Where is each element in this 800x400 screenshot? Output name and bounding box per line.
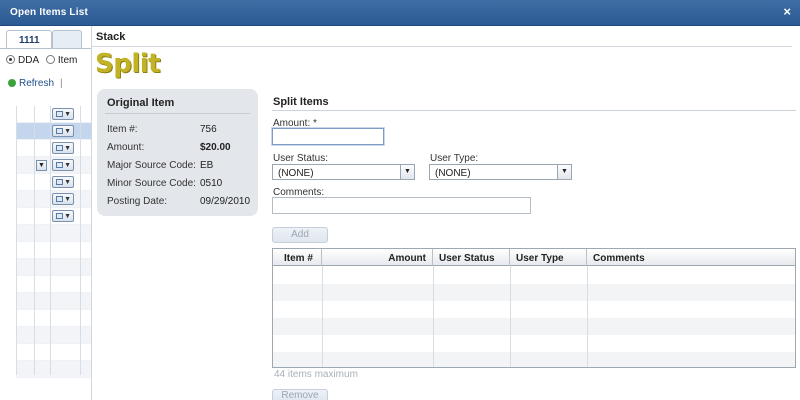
posting-date-value: 09/29/2010 [200,196,251,207]
window-titlebar: Open Items List × [0,0,800,26]
split-items-table: Item # Amount User Status User Type Comm… [272,248,796,368]
col-comments[interactable]: Comments [587,249,795,266]
edit-icon [56,128,63,134]
toolbar-separator: | [60,78,63,89]
user-status-select[interactable]: (NONE) ▼ [272,164,415,180]
chevron-down-icon: ▼ [64,128,71,135]
grid-line [510,266,511,367]
table-row [273,352,795,367]
item-number-label: Item #: [107,124,138,135]
minor-source-code-label: Minor Source Code: [107,178,196,189]
edit-icon [56,196,63,202]
edit-icon [56,145,63,151]
original-item-panel: Original Item Item #: 756 Amount: $20.00… [97,89,258,216]
chevron-down-icon: ▼ [64,111,71,118]
radio-item[interactable] [45,55,55,64]
user-status-value: (NONE) [278,168,314,179]
tab-second[interactable] [52,30,82,48]
account-type-radios: DDA Item [6,55,91,69]
edit-icon [56,111,63,117]
comments-input[interactable] [272,197,531,214]
table-row [273,301,795,318]
split-items-divider [272,110,796,111]
table-row [273,284,795,301]
user-status-label: User Status: [273,153,329,164]
window-title: Open Items List [10,7,89,18]
row-action-button[interactable]: ▼ [52,159,74,171]
stack-label: Stack [96,31,126,43]
col-user-type[interactable]: User Type [510,249,587,266]
table-row [273,267,795,284]
edit-icon [56,162,63,168]
item-number-value: 756 [200,124,217,135]
edit-icon [56,213,63,219]
original-item-divider [105,113,250,114]
row-action-button[interactable]: ▼ [52,108,74,120]
refresh-icon[interactable] [8,79,16,87]
split-logo: Split [95,49,161,79]
amount-label: Amount: [107,142,145,153]
items-maximum-hint: 44 items maximum [274,369,358,380]
user-type-select[interactable]: (NONE) ▼ [429,164,572,180]
chevron-down-icon: ▼ [64,179,71,186]
major-source-code-value: EB [200,160,214,171]
grid-line [80,106,81,375]
grid-line [433,266,434,367]
chevron-down-icon: ▼ [64,162,71,169]
user-type-value: (NONE) [435,168,471,179]
tab-1111[interactable]: 1111 [6,30,52,48]
col-item-number[interactable]: Item # [273,249,322,266]
left-panel: 1111 DDA Item Refresh | ▼ ▼ ▼ ▼ ▼ ▼ ▼ ▼ [0,26,92,400]
remove-button[interactable]: Remove [272,389,328,400]
grid-line [322,266,323,367]
grid-line [16,106,17,375]
grid-line [34,106,35,375]
row-action-button[interactable]: ▼ [52,142,74,154]
chevron-down-icon[interactable]: ▼ [400,165,414,179]
col-amount[interactable]: Amount [322,249,433,266]
left-toolbar: Refresh | [8,78,69,89]
original-item-title: Original Item [107,97,175,109]
close-icon[interactable]: × [783,4,791,19]
chevron-down-icon: ▼ [64,196,71,203]
chevron-down-icon: ▼ [64,213,71,220]
chevron-down-icon[interactable]: ▼ [557,165,571,179]
radio-dda-label: DDA [18,55,40,66]
tab-strip: 1111 [6,30,91,48]
minor-source-code-value: 0510 [200,178,223,189]
split-panel: Stack Split Original Item Item #: 756 Am… [92,26,800,400]
refresh-link[interactable]: Refresh [19,78,54,89]
posting-date-label: Posting Date: [107,196,168,207]
table-row [273,335,795,352]
major-source-code-label: Major Source Code: [107,160,196,171]
amount-input[interactable] [272,128,384,145]
row-action-button[interactable]: ▼ [52,193,74,205]
chevron-down-icon: ▼ [64,145,71,152]
table-row [273,318,795,335]
radio-item-label: Item [57,55,78,66]
col-user-status[interactable]: User Status [433,249,510,266]
amount-value: $20.00 [200,142,231,153]
tab-divider [0,48,91,49]
chevron-down-icon[interactable]: ▼ [36,160,47,171]
user-type-label: User Type: [430,153,479,164]
edit-icon [56,179,63,185]
add-button[interactable]: Add [272,227,328,243]
left-grid: ▼ ▼ ▼ ▼ ▼ ▼ ▼ ▼ [16,106,91,378]
radio-dda[interactable] [6,55,15,64]
grid-line [50,106,51,375]
stack-divider [92,46,792,47]
grid-line [587,266,588,367]
row-action-button[interactable]: ▼ [52,210,74,222]
row-action-button[interactable]: ▼ [52,125,74,137]
table-header: Item # Amount User Status User Type Comm… [273,249,795,266]
split-items-title: Split Items [273,96,329,108]
row-action-button[interactable]: ▼ [52,176,74,188]
